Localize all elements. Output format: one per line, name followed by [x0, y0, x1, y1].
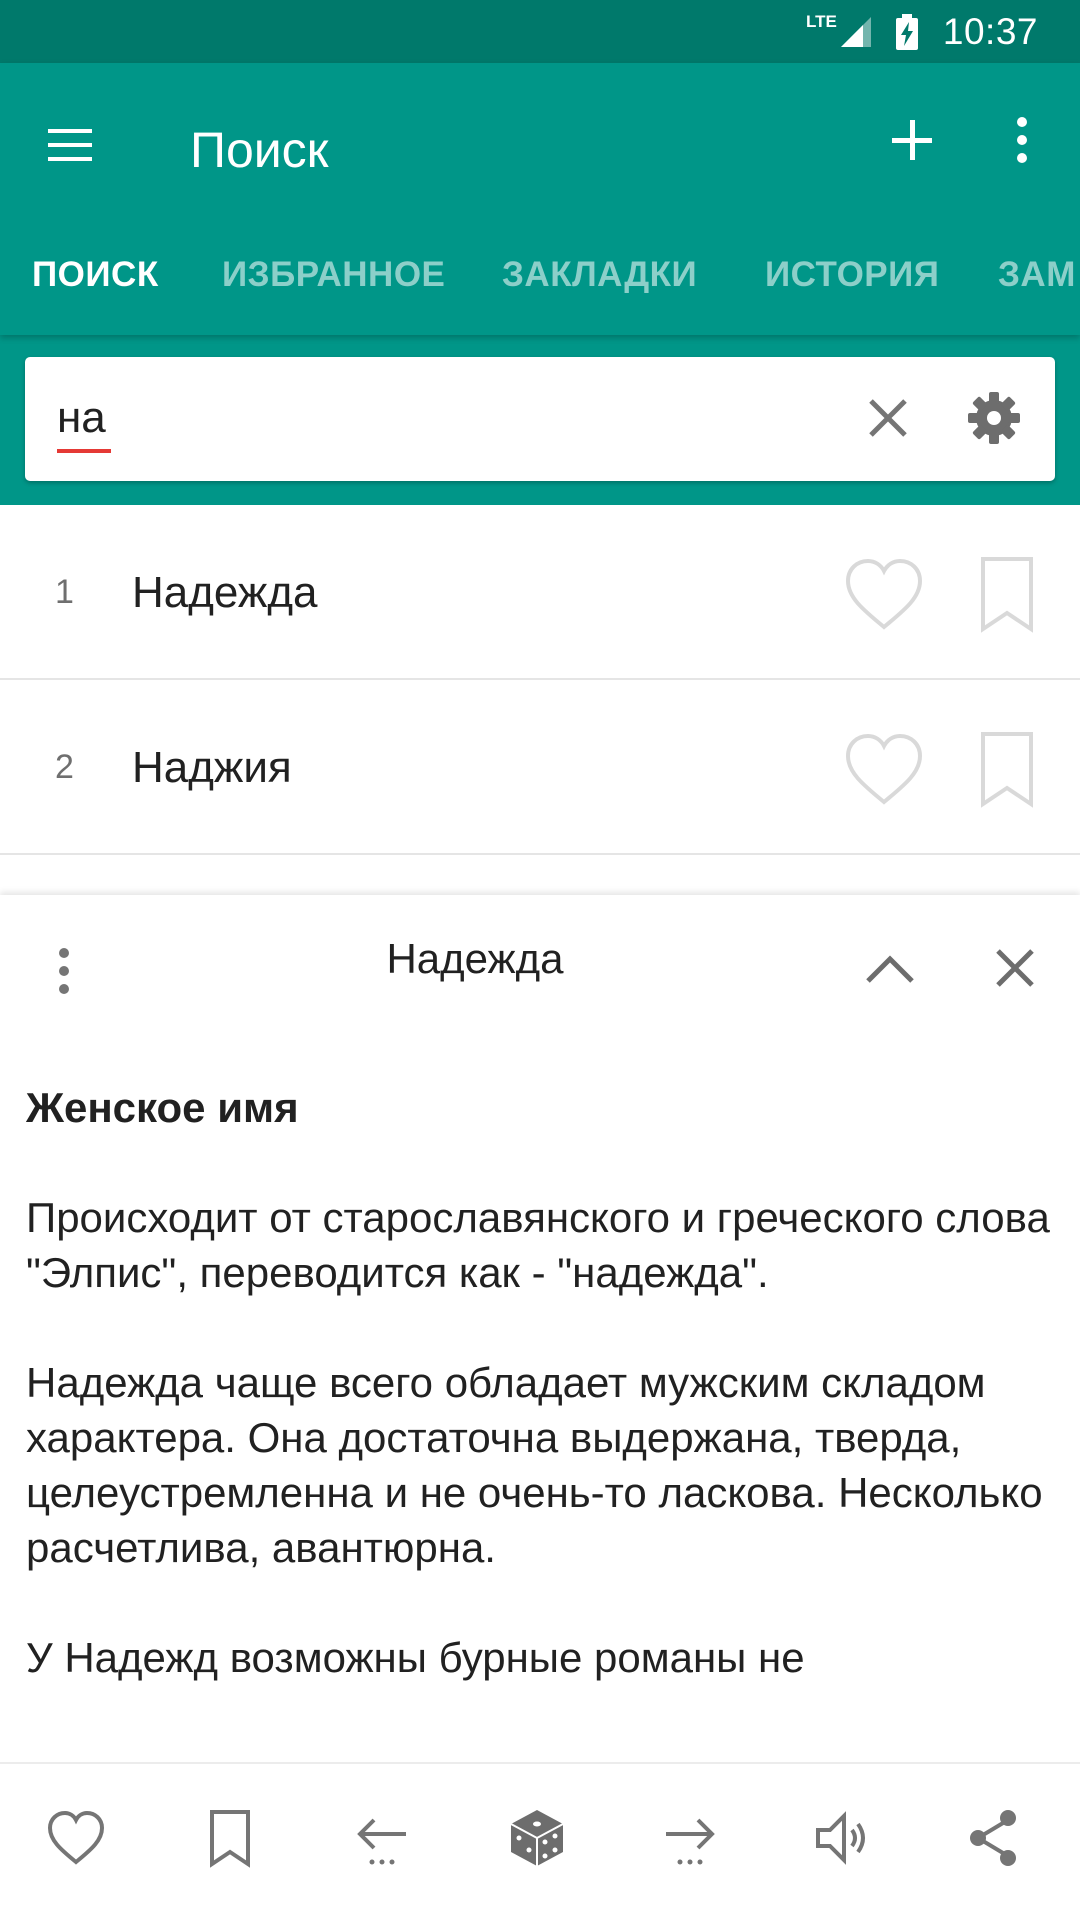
detail-content: Женское имя Происходит от старославянско…	[26, 1080, 1056, 1760]
spellcheck-underline	[57, 449, 111, 453]
bookmark-outline-icon[interactable]	[975, 555, 1039, 633]
item-word: Наджия	[132, 743, 292, 792]
list-item[interactable]: 2 Наджия	[0, 680, 1080, 855]
share-icon[interactable]	[962, 1806, 1026, 1870]
speaker-icon[interactable]	[810, 1806, 874, 1870]
status-bar: LTE 10:37	[0, 0, 1080, 63]
network-type: LTE	[806, 11, 837, 31]
detail-paragraph: У Надежд возможны бурные романы не	[26, 1634, 805, 1681]
heart-outline-icon[interactable]	[842, 730, 926, 808]
menu-icon[interactable]	[40, 115, 100, 175]
tab-search[interactable]: ПОИСК	[32, 210, 159, 340]
previous-arrow-icon[interactable]	[350, 1806, 414, 1870]
item-word: Надежда	[132, 568, 318, 617]
tab-bookmarks[interactable]: ЗАКЛАДКИ	[502, 210, 697, 340]
bottom-action-bar	[0, 1762, 1080, 1920]
results-list: 1 Надежда 2 Наджия	[0, 505, 1080, 855]
list-item[interactable]: 1 Надежда	[0, 505, 1080, 680]
search-box[interactable]: на	[25, 357, 1055, 481]
tab-bar: ПОИСК ИЗБРАННОЕ ЗАКЛАДКИ ИСТОРИЯ ЗАМ	[0, 210, 1080, 340]
signal-icon	[840, 16, 871, 47]
detail-paragraph: Надежда чаще всего обладает мужским скла…	[26, 1359, 1043, 1571]
battery-charging-icon	[895, 13, 918, 50]
more-vert-icon[interactable]	[1000, 108, 1044, 172]
close-icon[interactable]	[990, 943, 1040, 993]
heart-outline-icon[interactable]	[842, 555, 926, 633]
heart-outline-icon[interactable]	[44, 1806, 108, 1870]
page-title: Поиск	[190, 122, 329, 178]
item-number: 1	[55, 573, 74, 611]
detail-paragraph: Происходит от старославянского и греческ…	[26, 1194, 1050, 1296]
add-icon[interactable]	[880, 108, 944, 172]
tab-notes[interactable]: ЗАМ	[998, 210, 1076, 340]
search-input[interactable]: на	[57, 393, 106, 443]
chevron-up-icon[interactable]	[862, 943, 918, 993]
next-arrow-icon[interactable]	[658, 1806, 722, 1870]
detail-sheet: Надежда Женское имя Происходит от старос…	[0, 895, 1080, 1765]
detail-heading: Женское имя	[26, 1084, 299, 1131]
clear-icon[interactable]	[863, 393, 913, 443]
clock: 10:37	[942, 10, 1038, 52]
dice-icon[interactable]	[505, 1806, 569, 1870]
app-bar: Поиск ПОИСК ИЗБРАННОЕ ЗАКЛАДКИ ИСТОРИЯ З…	[0, 63, 1080, 335]
bookmark-outline-icon[interactable]	[198, 1806, 262, 1870]
item-number: 2	[55, 748, 74, 786]
bookmark-outline-icon[interactable]	[975, 730, 1039, 808]
search-area: на	[0, 335, 1080, 505]
tab-favorites[interactable]: ИЗБРАННОЕ	[222, 210, 445, 340]
gear-icon[interactable]	[965, 389, 1023, 447]
tab-history[interactable]: ИСТОРИЯ	[765, 210, 939, 340]
detail-title: Надежда	[386, 935, 564, 982]
